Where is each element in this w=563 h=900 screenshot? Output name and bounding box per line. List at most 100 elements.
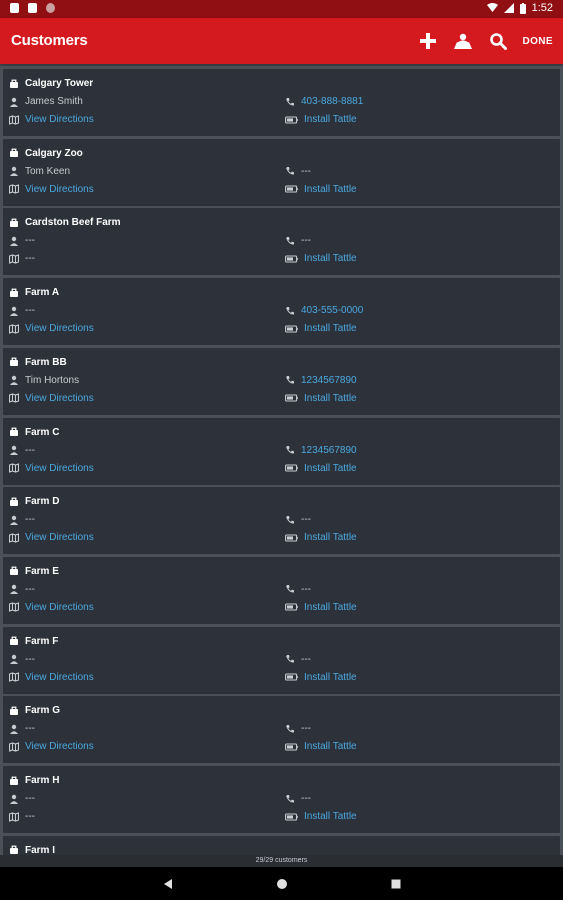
phone-icon <box>286 167 294 175</box>
customer-name: Farm D <box>25 496 60 508</box>
done-button[interactable]: DONE <box>523 36 554 47</box>
customer-name: Farm F <box>25 635 59 647</box>
map-icon <box>9 463 19 473</box>
view-directions-link[interactable]: View Directions <box>25 463 94 474</box>
customer-card[interactable]: Farm H --- --- --- Install Tattle <box>3 766 560 833</box>
customer-card[interactable]: Farm E --- View Directions --- Install Tattl… <box>3 556 560 624</box>
customer-name: Cardston Beef Farm <box>25 217 121 229</box>
map-icon <box>9 742 19 752</box>
view-directions-link[interactable]: View Directions <box>25 532 94 543</box>
view-directions-link: --- <box>25 811 35 822</box>
person-icon <box>10 236 18 246</box>
person-icon <box>10 724 18 734</box>
phone-icon <box>286 655 294 663</box>
person-icon <box>10 166 18 177</box>
search-icon[interactable] <box>489 32 507 50</box>
phone-icon <box>286 515 294 524</box>
contact-name: --- <box>25 305 35 317</box>
device-icon <box>285 534 298 542</box>
phone-number: --- <box>301 235 311 247</box>
phone-number: --- <box>301 723 311 735</box>
customer-card[interactable]: Cardston Beef Farm --- --- --- Install Tattl… <box>3 208 560 276</box>
view-directions-link[interactable]: View Directions <box>25 602 94 613</box>
customer-name: Farm E <box>25 565 59 577</box>
recents-icon[interactable] <box>389 877 403 891</box>
building-icon <box>10 636 18 646</box>
map-icon <box>9 811 19 822</box>
install-tattle-link[interactable]: Install Tattle <box>304 463 357 474</box>
contact-name: --- <box>25 583 35 595</box>
customer-card[interactable]: Farm BB Tim Hortons View Directions 1234567… <box>3 347 560 415</box>
contact-name: Tom Keen <box>25 165 71 177</box>
contact-name: --- <box>25 653 35 665</box>
home-icon[interactable] <box>275 877 289 891</box>
view-directions-link[interactable]: View Directions <box>25 114 94 125</box>
contact-name: Tim Hortons <box>25 374 80 386</box>
view-directions-link[interactable]: View Directions <box>25 323 94 334</box>
customer-list[interactable]: Calgary Tower James Smith View Directions 4… <box>0 66 563 855</box>
customer-card[interactable]: Farm I <box>3 835 560 855</box>
customer-name: Calgary Zoo <box>25 147 83 159</box>
install-tattle-link[interactable]: Install Tattle <box>304 741 357 752</box>
contact-name: --- <box>25 514 35 526</box>
customer-card[interactable]: Farm A --- View Directions 403-555-0000 Inst… <box>3 278 560 346</box>
app-bar: Customers DONE <box>0 18 563 64</box>
device-icon <box>285 464 298 472</box>
phone-number[interactable]: 403-555-0000 <box>301 305 363 316</box>
install-tattle-link[interactable]: Install Tattle <box>304 184 357 195</box>
back-icon[interactable] <box>161 877 175 891</box>
install-tattle-link[interactable]: Install Tattle <box>304 393 357 404</box>
navigation-bar <box>0 867 563 900</box>
app-notification-icon <box>46 3 55 13</box>
customer-name: Calgary Tower <box>25 78 94 89</box>
phone-number: --- <box>301 793 311 804</box>
map-icon <box>9 254 19 264</box>
plus-icon[interactable] <box>419 32 437 50</box>
view-directions-link[interactable]: View Directions <box>25 184 94 195</box>
phone-number[interactable]: 1234567890 <box>301 445 357 456</box>
phone-number[interactable]: 1234567890 <box>301 375 357 386</box>
building-icon <box>10 706 18 715</box>
map-icon <box>9 672 19 682</box>
person-icon <box>10 585 18 595</box>
phone-icon <box>286 794 294 802</box>
person-icon <box>10 306 18 316</box>
person-icon <box>10 654 18 665</box>
install-tattle-link[interactable]: Install Tattle <box>304 253 357 264</box>
customer-card[interactable]: Farm G --- View Directions --- Install Tattl… <box>3 696 560 764</box>
contact-name: --- <box>25 793 35 804</box>
customer-card[interactable]: Farm D --- View Directions --- Install Tattl… <box>3 487 560 555</box>
person-icon <box>10 515 18 525</box>
building-icon <box>10 357 18 367</box>
view-directions-link[interactable]: View Directions <box>25 741 94 752</box>
install-tattle-link[interactable]: Install Tattle <box>304 114 357 125</box>
phone-icon <box>286 446 294 454</box>
customer-name: Farm A <box>25 287 60 299</box>
customer-name: Farm H <box>25 775 60 786</box>
building-icon <box>10 427 18 436</box>
people-map-icon[interactable] <box>453 32 473 50</box>
install-tattle-link[interactable]: Install Tattle <box>304 532 357 543</box>
person-icon <box>10 376 18 386</box>
view-directions-link[interactable]: View Directions <box>25 393 94 404</box>
map-icon <box>9 602 19 613</box>
phone-icon <box>286 376 294 384</box>
phone-icon <box>286 724 294 733</box>
customer-card[interactable]: Farm F --- View Directions --- Install Tattl… <box>3 626 560 694</box>
contact-name: --- <box>25 444 35 456</box>
view-directions-link[interactable]: View Directions <box>25 672 94 683</box>
battery-icon <box>519 2 526 14</box>
device-icon <box>285 115 298 124</box>
install-tattle-link[interactable]: Install Tattle <box>304 811 357 822</box>
contact-name: --- <box>25 723 35 735</box>
shield-icon <box>10 3 19 13</box>
phone-number[interactable]: 403-888-8881 <box>301 96 363 107</box>
building-icon <box>10 845 18 855</box>
building-icon <box>10 497 18 506</box>
customer-card[interactable]: Calgary Zoo Tom Keen View Directions --- Ins… <box>3 138 560 206</box>
install-tattle-link[interactable]: Install Tattle <box>304 602 357 613</box>
customer-card[interactable]: Calgary Tower James Smith View Directions 4… <box>3 69 560 136</box>
install-tattle-link[interactable]: Install Tattle <box>304 672 357 683</box>
install-tattle-link[interactable]: Install Tattle <box>304 323 357 334</box>
customer-card[interactable]: Farm C --- View Directions 1234567890 Instal… <box>3 417 560 485</box>
